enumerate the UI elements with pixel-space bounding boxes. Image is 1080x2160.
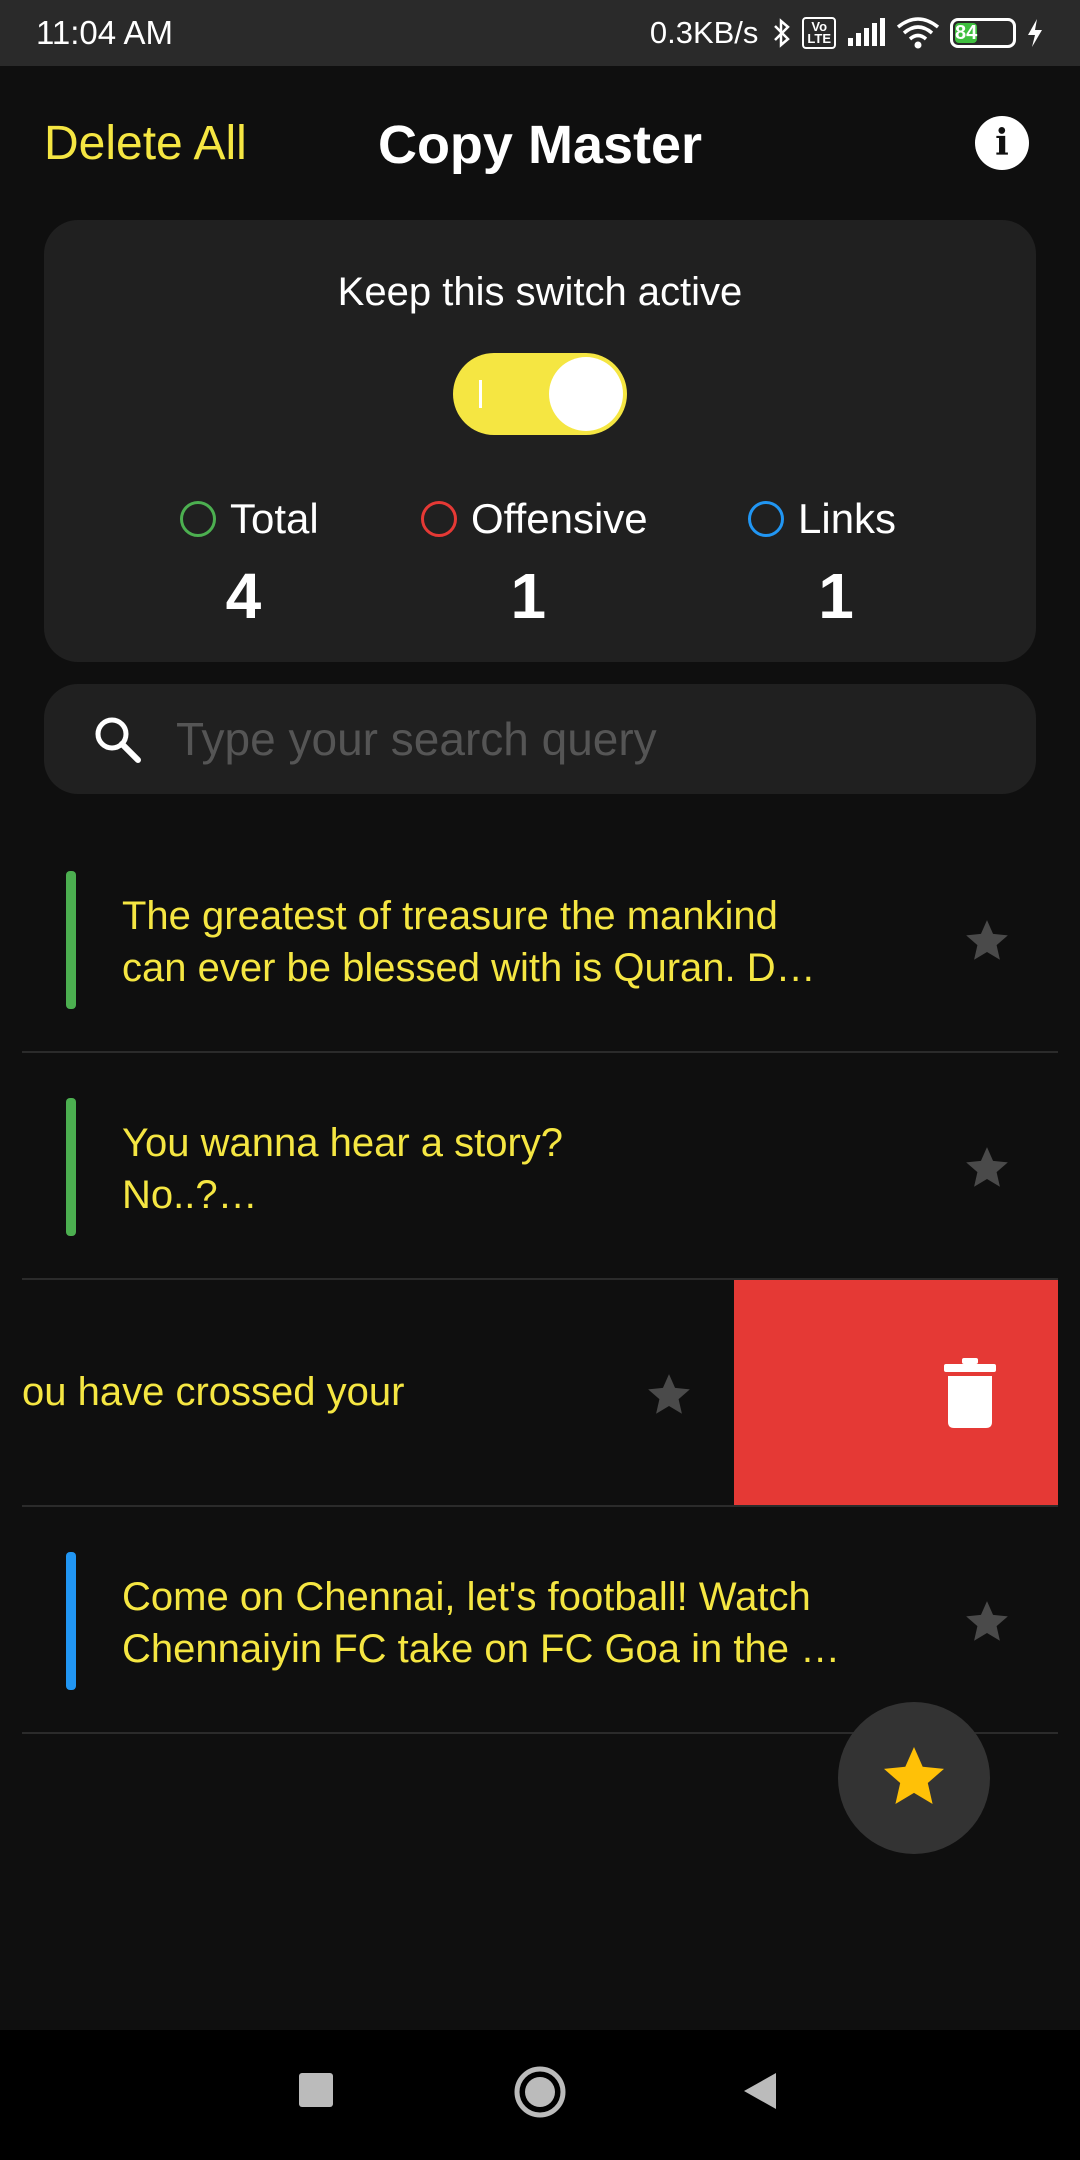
stat-total-value: 4: [225, 560, 262, 632]
app-bar: Delete All Copy Master i: [0, 66, 1080, 222]
star-icon[interactable]: [962, 916, 1012, 966]
volte-icon: Vo LTE: [802, 17, 836, 49]
screen: 11:04 AM 0.3KB/s Vo LTE 84 Delete All Co…: [0, 0, 1080, 2160]
offensive-ring-icon: [421, 501, 457, 537]
list-item[interactable]: Come on Chennai, let's football! Watch C…: [22, 1507, 1058, 1734]
category-bar: [66, 1552, 76, 1690]
list-item-swiped[interactable]: ou have crossed your: [22, 1280, 1058, 1507]
stat-total: Total 4: [180, 495, 319, 633]
battery-level: 84: [955, 21, 978, 44]
status-bar: 11:04 AM 0.3KB/s Vo LTE 84: [0, 0, 1080, 66]
status-icons: 0.3KB/s Vo LTE 84: [650, 15, 1044, 51]
clip-text: Come on Chennai, let's football! Watch C…: [122, 1575, 841, 1671]
trash-icon: [944, 1358, 996, 1431]
search-icon: [92, 714, 144, 771]
back-triangle-icon[interactable]: [740, 2070, 780, 2115]
star-icon[interactable]: [644, 1370, 694, 1420]
home-circle-icon[interactable]: [512, 2064, 568, 2123]
battery-icon: 84: [950, 18, 1016, 48]
list-item[interactable]: You wanna hear a story? No..?…: [22, 1053, 1058, 1280]
stat-links-value: 1: [818, 560, 854, 632]
star-icon: [878, 1741, 950, 1816]
toggle-knob: [549, 357, 623, 431]
total-ring-icon: [180, 501, 216, 537]
stat-links: Links 1: [748, 495, 896, 633]
list-item[interactable]: The greatest of treasure the mankind can…: [22, 826, 1058, 1053]
category-bar: [66, 871, 76, 1009]
network-speed: 0.3KB/s: [649, 15, 759, 50]
clip-text: You wanna hear a story? No..?…: [122, 1121, 564, 1217]
toggle-on-mark: [479, 380, 482, 408]
bluetooth-icon: [772, 17, 792, 49]
stat-offensive-label: Offensive: [471, 495, 648, 542]
star-icon[interactable]: [962, 1597, 1012, 1647]
status-time: 11:04 AM: [36, 14, 173, 51]
stat-offensive: Offensive 1: [421, 495, 648, 633]
stats-card: Keep this switch active Total 4 Offensiv…: [44, 220, 1036, 662]
service-toggle[interactable]: [453, 353, 627, 435]
category-bar: [66, 1098, 76, 1236]
info-icon[interactable]: i: [975, 116, 1029, 170]
delete-all-button[interactable]: Delete All: [44, 116, 247, 171]
star-icon[interactable]: [962, 1143, 1012, 1193]
charging-icon: [1026, 18, 1044, 48]
recents-square-icon[interactable]: [296, 2070, 336, 2113]
swipe-delete-button[interactable]: [734, 1280, 1058, 1505]
wifi-icon: [896, 17, 940, 49]
stat-links-label: Links: [798, 495, 897, 542]
stat-total-label: Total: [230, 495, 319, 542]
search-input[interactable]: [176, 706, 996, 772]
clip-text: ou have crossed your: [22, 1370, 405, 1414]
switch-label: Keep this switch active: [337, 270, 743, 314]
stat-offensive-value: 1: [510, 560, 547, 632]
navigation-bar: [0, 2030, 1080, 2160]
search-bar[interactable]: [44, 684, 1036, 794]
links-ring-icon: [748, 501, 784, 537]
clip-list: The greatest of treasure the mankind can…: [22, 826, 1058, 1734]
signal-icon: [846, 18, 886, 48]
clip-text: The greatest of treasure the mankind can…: [122, 894, 816, 990]
favorites-fab[interactable]: [838, 1702, 990, 1854]
